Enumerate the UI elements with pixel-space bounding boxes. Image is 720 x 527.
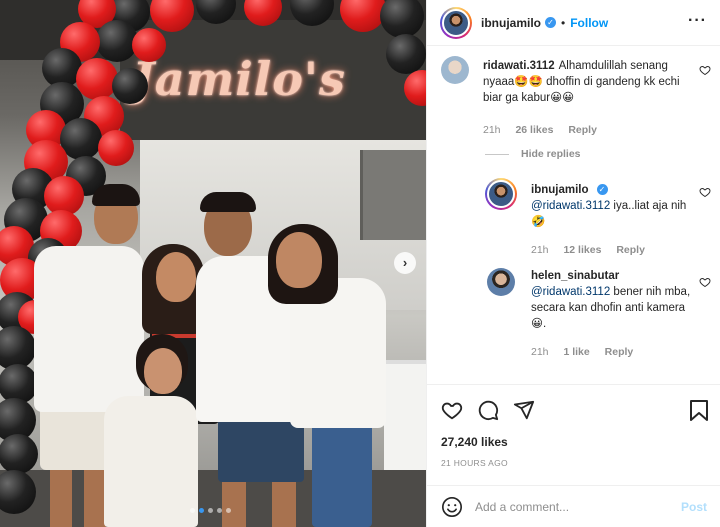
post-header: ibnujamilo ✓ • Follow ··· (427, 0, 720, 46)
balloon (386, 34, 426, 74)
like-reply-heart-icon[interactable] (699, 276, 711, 288)
share-paper-plane-icon[interactable] (513, 399, 535, 421)
hide-replies-label[interactable]: Hide replies (521, 148, 581, 160)
reply-time: 21h (531, 346, 549, 358)
carousel-dot (190, 508, 195, 513)
comment-meta: 21h 26 likes Reply (483, 122, 697, 138)
reply: ibnujamilo ✓ @ridawati.3112 iya..liat aja… (485, 178, 711, 258)
follow-button[interactable]: Follow (570, 16, 608, 30)
reply-author-avatar[interactable] (485, 178, 517, 210)
post-side-panel: ibnujamilo ✓ • Follow ··· ridawati.3112 A… (426, 0, 720, 527)
commenter-avatar[interactable] (441, 56, 469, 84)
carousel-dot-active (199, 508, 204, 513)
carousel-indicator (190, 508, 231, 513)
like-comment-heart-icon[interactable] (699, 64, 711, 76)
reply-meta: 21h 12 likes Reply (531, 242, 691, 258)
reply-username[interactable]: helen_sinabutar (531, 270, 619, 282)
comment-bubble-icon[interactable] (477, 399, 499, 421)
verified-badge-icon: ✓ (545, 17, 556, 28)
balloon (0, 434, 38, 474)
post-timestamp: 21 HOURS AGO (441, 458, 508, 468)
reply-button[interactable]: Reply (568, 124, 597, 136)
action-icons (441, 399, 535, 421)
replies-divider (485, 153, 509, 155)
reply-username[interactable]: ibnujamilo (531, 184, 589, 196)
reply-button[interactable]: Reply (605, 346, 634, 358)
separator-dot: • (561, 15, 566, 30)
balloon (112, 68, 148, 104)
carousel-dot (217, 508, 222, 513)
post-comment-button[interactable]: Post (681, 500, 707, 514)
author-username[interactable]: ibnujamilo (481, 16, 541, 30)
add-comment-bar: Post (427, 485, 720, 527)
reply-mention[interactable]: @ridawati.3112 (531, 286, 610, 298)
save-bookmark-icon[interactable] (689, 399, 709, 421)
post-photo[interactable]: Jamilo's › (0, 0, 426, 527)
like-heart-icon[interactable] (441, 399, 463, 421)
carousel-dot (208, 508, 213, 513)
next-slide-button[interactable]: › (394, 252, 416, 274)
verified-badge-icon: ✓ (596, 184, 608, 195)
counter (384, 360, 426, 470)
comment-time: 21h (483, 124, 501, 136)
emoji-smiley-icon[interactable] (441, 496, 463, 518)
reply-time: 21h (531, 244, 549, 256)
reply-author-avatar[interactable] (487, 268, 515, 296)
author-avatar[interactable] (440, 6, 472, 39)
reply-likes[interactable]: 12 likes (563, 244, 601, 256)
instagram-post: Jamilo's › ibnujamilo ✓ • Follow ··· rid… (0, 0, 720, 527)
post-actions: 27,240 likes 21 HOURS AGO Post (427, 384, 720, 527)
balloon (76, 58, 118, 100)
carousel-dot (226, 508, 231, 513)
reply-likes[interactable]: 1 like (563, 346, 589, 358)
balloon (132, 28, 166, 62)
comment-username[interactable]: ridawati.3112 (483, 60, 555, 72)
reply: helen_sinabutar @ridawati.3112 bener nih… (485, 268, 711, 368)
reply-button[interactable]: Reply (616, 244, 645, 256)
comment: ridawati.3112 Alhamdulillah senang nyaaa🤩… (441, 56, 711, 146)
like-reply-heart-icon[interactable] (699, 186, 711, 198)
reply-mention[interactable]: @ridawati.3112 (531, 200, 610, 212)
add-comment-input[interactable] (475, 500, 681, 514)
more-horizontal-icon[interactable]: ··· (688, 13, 707, 29)
comments-list[interactable]: ridawati.3112 Alhamdulillah senang nyaaa🤩… (427, 46, 720, 384)
restaurant-sign: Jamilo's (132, 52, 346, 106)
likes-count[interactable]: 27,240 likes (441, 435, 508, 449)
balloon (98, 130, 134, 166)
duct (360, 150, 426, 240)
hide-replies-toggle[interactable]: Hide replies (485, 148, 581, 160)
reply-meta: 21h 1 like Reply (531, 344, 691, 360)
comment-likes[interactable]: 26 likes (515, 124, 553, 136)
